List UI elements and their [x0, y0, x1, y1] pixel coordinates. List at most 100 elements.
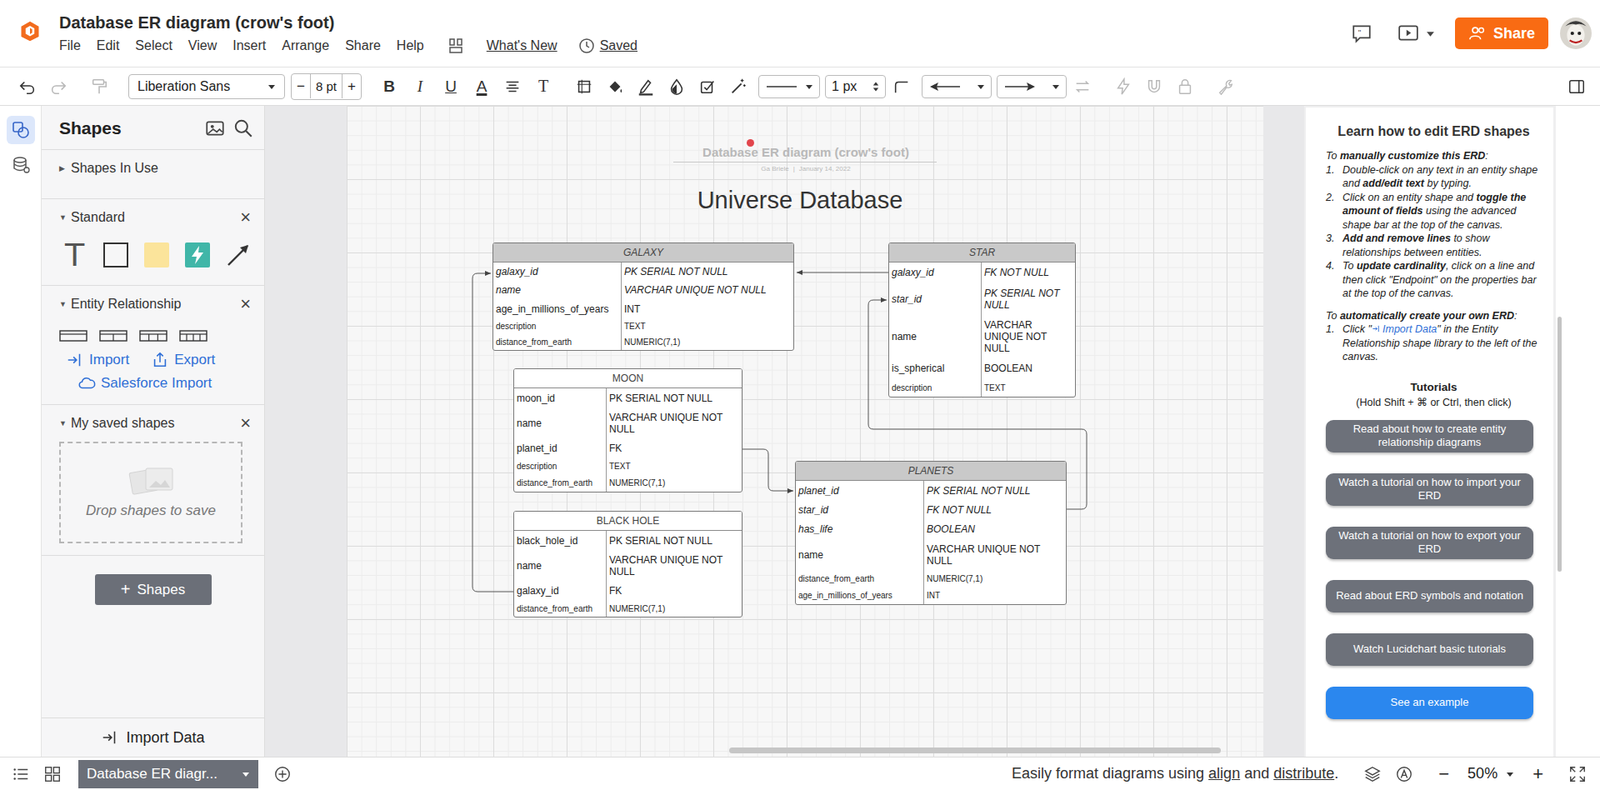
- underline-button[interactable]: U: [435, 71, 466, 102]
- toggle-panel-button[interactable]: [1561, 71, 1592, 102]
- magnet-button[interactable]: [1139, 71, 1170, 102]
- field-name[interactable]: distance_from_earth: [795, 570, 925, 587]
- field-name[interactable]: distance_from_earth: [493, 334, 622, 350]
- field-type[interactable]: FK NOT NULL: [924, 500, 1066, 520]
- section-title[interactable]: My saved shapes: [70, 415, 240, 431]
- swap-arrows-button[interactable]: [1067, 71, 1098, 102]
- zoom-level[interactable]: 50%: [1467, 765, 1498, 783]
- entity-field[interactable]: planet_id PK SERIAL NOT NULL: [795, 480, 1066, 500]
- entity-field[interactable]: description TEXT: [889, 379, 1075, 397]
- lucid-logo-icon[interactable]: [18, 19, 42, 43]
- relationship-line[interactable]: [742, 449, 794, 491]
- entity-table-icon[interactable]: [99, 329, 128, 343]
- entity-table-icon[interactable]: [59, 329, 88, 343]
- style-button[interactable]: [692, 71, 723, 102]
- present-icon[interactable]: [1397, 22, 1420, 45]
- hint-run[interactable]: align: [1208, 765, 1240, 782]
- field-type[interactable]: PK SERIAL NOT NULL: [924, 480, 1066, 500]
- diagram-meta[interactable]: Ga Briele|January 14, 2022: [639, 165, 973, 173]
- rail-button[interactable]: [6, 115, 35, 145]
- increase-size-button[interactable]: +: [342, 78, 361, 95]
- entity-field[interactable]: name VARCHAR UNIQUE NOT NULL: [795, 539, 1066, 570]
- section-caret[interactable]: ▼: [59, 300, 71, 309]
- entity-action-link[interactable]: Salesforce Import: [77, 374, 212, 393]
- zoom-in-button[interactable]: +: [1520, 763, 1555, 785]
- menu-item[interactable]: Help: [396, 38, 425, 54]
- tutorial-button[interactable]: See an example: [1325, 686, 1534, 720]
- action-shape[interactable]: [181, 239, 213, 270]
- entity-field[interactable]: black_hole_id PK SERIAL NOT NULL: [514, 530, 742, 550]
- start-arrow-dropdown[interactable]: [921, 75, 992, 99]
- fullscreen-icon[interactable]: [1568, 765, 1587, 784]
- entity-header[interactable]: GALAXY: [493, 243, 794, 263]
- whats-new-link[interactable]: What's New: [486, 38, 558, 54]
- field-type[interactable]: FK NOT NULL: [981, 262, 1075, 283]
- crop-button[interactable]: [569, 71, 600, 102]
- field-name[interactable]: name: [514, 550, 607, 581]
- field-name[interactable]: name: [889, 315, 982, 359]
- field-type[interactable]: PK SERIAL NOT NULL: [606, 530, 742, 550]
- field-name[interactable]: name: [514, 407, 607, 439]
- relationship-line[interactable]: [796, 272, 889, 274]
- diagram-heading[interactable]: Universe Database: [591, 186, 1009, 215]
- share-button[interactable]: Share: [1455, 17, 1549, 50]
- opacity-button[interactable]: [661, 71, 692, 102]
- field-type[interactable]: INT: [924, 587, 1066, 605]
- image-icon[interactable]: [204, 117, 226, 140]
- menu-item[interactable]: View: [188, 38, 217, 54]
- tutorial-button[interactable]: Read about how to create entity relation…: [1325, 420, 1534, 453]
- field-name[interactable]: description: [493, 318, 622, 335]
- section-header[interactable]: ▼ Standard ×: [59, 199, 255, 236]
- hint-run[interactable]: distribute: [1273, 765, 1335, 782]
- field-name[interactable]: description: [889, 379, 982, 397]
- section-header[interactable]: ▶ Shapes In Use: [59, 150, 255, 187]
- entity-header[interactable]: BLACK HOLE: [514, 511, 742, 531]
- search-icon[interactable]: [232, 117, 255, 140]
- entity-field[interactable]: galaxy_id FK NOT NULL: [889, 262, 1075, 283]
- field-type[interactable]: BOOLEAN: [924, 520, 1066, 540]
- comment-icon[interactable]: ": [1350, 22, 1373, 45]
- add-shapes-button[interactable]: +Shapes: [95, 574, 212, 605]
- field-name[interactable]: description: [514, 458, 607, 475]
- tutorial-button[interactable]: Watch a tutorial on how to export your E…: [1325, 526, 1534, 560]
- bold-button[interactable]: B: [374, 71, 405, 102]
- menu-item[interactable]: Select: [135, 38, 172, 54]
- section-title[interactable]: Shapes In Use: [70, 160, 255, 176]
- entity-field[interactable]: name VARCHAR UNIQUE NOT NULL: [514, 407, 742, 439]
- magic-button[interactable]: [723, 71, 754, 102]
- actions-button[interactable]: [1108, 71, 1139, 102]
- field-name[interactable]: distance_from_earth: [514, 600, 607, 617]
- entity-table[interactable]: BLACK HOLE black_hole_id PK SERIAL NOT N…: [513, 510, 743, 618]
- entity-field[interactable]: is_spherical BOOLEAN: [889, 358, 1075, 379]
- end-arrow-dropdown[interactable]: [996, 75, 1067, 99]
- decrease-size-button[interactable]: −: [291, 78, 310, 95]
- field-name[interactable]: galaxy_id: [889, 262, 982, 283]
- saved-label[interactable]: Saved: [600, 38, 638, 54]
- section-caret[interactable]: ▼: [59, 213, 71, 222]
- field-name[interactable]: name: [795, 539, 925, 570]
- add-page-icon[interactable]: [273, 765, 292, 784]
- section-title[interactable]: Entity Relationship: [70, 296, 240, 312]
- field-name[interactable]: has_life: [795, 520, 925, 540]
- entity-table[interactable]: GALAXY galaxy_id PK SERIAL NOT NULLname …: [492, 242, 795, 351]
- entity-field[interactable]: planet_id FK: [514, 438, 742, 458]
- templates-icon[interactable]: [447, 37, 465, 55]
- section-caret[interactable]: ▼: [59, 419, 71, 428]
- zoom-out-button[interactable]: −: [1426, 763, 1461, 785]
- menu-item[interactable]: File: [59, 38, 81, 54]
- entity-field[interactable]: distance_from_earth NUMERIC(7,1): [514, 475, 742, 492]
- undo-button[interactable]: [12, 71, 43, 102]
- field-type[interactable]: NUMERIC(7,1): [606, 475, 742, 492]
- close-section-button[interactable]: ×: [240, 206, 255, 229]
- field-type[interactable]: NUMERIC(7,1): [606, 600, 742, 617]
- field-name[interactable]: is_spherical: [889, 358, 982, 379]
- page-list-icon[interactable]: [11, 765, 30, 784]
- wrench-button[interactable]: [1210, 71, 1241, 102]
- page-grid-icon[interactable]: [43, 765, 62, 784]
- field-type[interactable]: NUMERIC(7,1): [621, 334, 794, 350]
- entity-field[interactable]: description TEXT: [514, 458, 742, 475]
- line-style-dropdown[interactable]: [758, 75, 820, 99]
- entity-table[interactable]: PLANETS planet_id PK SERIAL NOT NULLstar…: [795, 460, 1067, 605]
- field-type[interactable]: NUMERIC(7,1): [924, 570, 1066, 587]
- text-shape[interactable]: T: [59, 239, 90, 270]
